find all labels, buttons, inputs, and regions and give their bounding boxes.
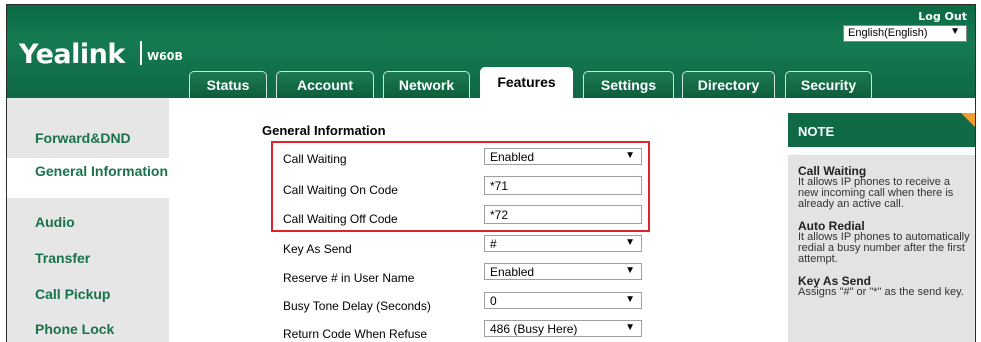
note-section: Key As Send Assigns "#" or "*" as the se… [798, 275, 972, 298]
tab-security[interactable]: Security [785, 71, 872, 98]
tab-status[interactable]: Status [189, 71, 267, 98]
header-bar: Yealink W60B Log Out English(English) ▼ … [7, 5, 975, 98]
call-waiting-off-code-value: *72 [490, 208, 509, 222]
chevron-down-icon: ▼ [950, 26, 960, 37]
sidebar: Forward&DND General Information Audio Tr… [7, 98, 175, 342]
note-text: It allows IP phones to automatically red… [798, 231, 970, 265]
return-code-when-refuse-label: Return Code When Refuse [283, 327, 428, 341]
call-waiting-off-code-input[interactable]: *72 [484, 205, 642, 224]
chevron-down-icon: ▼ [625, 294, 635, 305]
reserve-in-user-name-label: Reserve # in User Name [283, 271, 415, 285]
note-header: NOTE [788, 113, 975, 147]
tab-directory[interactable]: Directory [682, 71, 775, 98]
chevron-down-icon: ▼ [625, 265, 635, 276]
chevron-down-icon: ▼ [625, 150, 635, 161]
return-code-when-refuse-value: 486 (Busy Here) [490, 322, 578, 336]
return-code-when-refuse-select[interactable]: 486 (Busy Here) ▼ [484, 320, 642, 337]
note-corner-icon [961, 113, 975, 130]
note-title: NOTE [798, 124, 835, 139]
call-waiting-on-code-value: *71 [490, 179, 509, 193]
call-waiting-off-code-label: Call Waiting Off Code [283, 212, 398, 226]
busy-tone-delay-value: 0 [490, 294, 497, 308]
busy-tone-delay-select[interactable]: 0 ▼ [484, 292, 642, 309]
chevron-down-icon: ▼ [625, 237, 635, 248]
sidebar-item-general-information[interactable]: General Information [7, 158, 175, 198]
sidebar-item-forward-dnd[interactable]: Forward&DND [7, 131, 169, 146]
key-as-send-select[interactable]: # ▼ [484, 235, 642, 252]
sidebar-item-audio[interactable]: Audio [7, 215, 169, 230]
logo-divider [140, 41, 142, 65]
language-select[interactable]: English(English) ▼ [843, 25, 967, 42]
page-frame: Yealink W60B Log Out English(English) ▼ … [6, 4, 976, 342]
sidebar-item-call-pickup[interactable]: Call Pickup [7, 287, 169, 302]
chevron-down-icon: ▼ [625, 322, 635, 333]
brand-logo: Yealink [19, 39, 125, 70]
section-title: General Information [262, 123, 386, 138]
call-waiting-on-code-label: Call Waiting On Code [283, 183, 398, 197]
busy-tone-delay-label: Busy Tone Delay (Seconds) [283, 299, 431, 313]
tab-account[interactable]: Account [276, 71, 374, 98]
reserve-in-user-name-value: Enabled [490, 265, 535, 279]
tab-features[interactable]: Features [480, 67, 573, 98]
key-as-send-value: # [490, 237, 497, 251]
note-panel: Call Waiting It allows IP phones to rece… [788, 155, 975, 342]
tab-network[interactable]: Network [383, 71, 470, 98]
key-as-send-label: Key As Send [283, 242, 352, 256]
call-waiting-value: Enabled [490, 150, 535, 164]
call-waiting-select[interactable]: Enabled ▼ [484, 148, 642, 165]
reserve-in-user-name-select[interactable]: Enabled ▼ [484, 263, 642, 280]
note-section: Call Waiting It allows IP phones to rece… [798, 165, 972, 210]
call-waiting-on-code-input[interactable]: *71 [484, 176, 642, 195]
model-label: W60B [147, 50, 183, 63]
note-text: Assigns "#" or "*" as the send key. [798, 286, 964, 298]
tab-settings[interactable]: Settings [583, 71, 674, 98]
call-waiting-label: Call Waiting [283, 152, 347, 166]
note-section: Auto Redial It allows IP phones to autom… [798, 220, 972, 265]
sidebar-item-transfer[interactable]: Transfer [7, 251, 169, 266]
logout-link[interactable]: Log Out [918, 10, 967, 23]
language-value: English(English) [848, 27, 928, 39]
note-text: It allows IP phones to receive a new inc… [798, 176, 954, 210]
sidebar-item-phone-lock[interactable]: Phone Lock [7, 322, 169, 337]
